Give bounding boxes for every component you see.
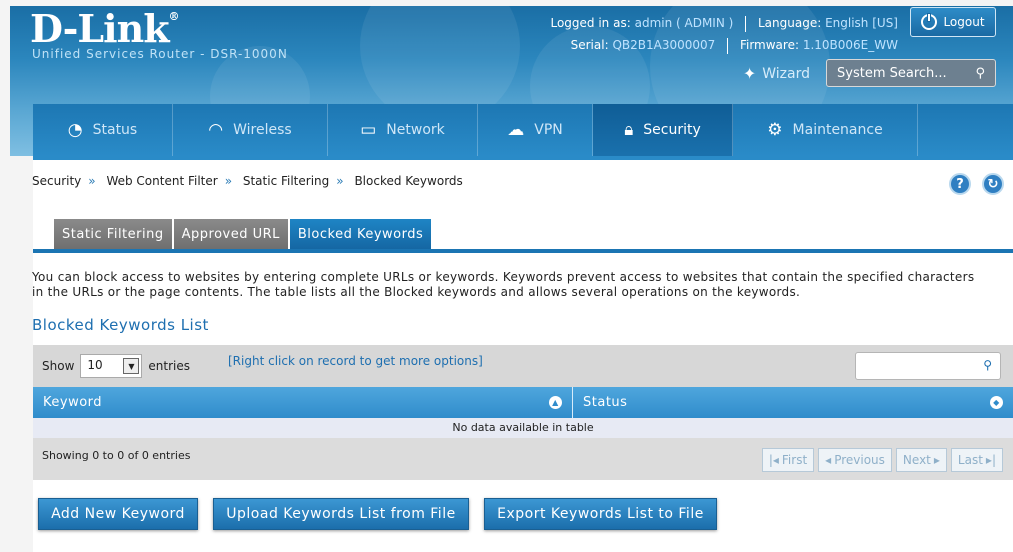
add-keyword-button[interactable]: Add New Keyword (38, 498, 198, 530)
breadcrumb-web-content-filter[interactable]: Web Content Filter (106, 174, 217, 188)
lock-icon: 🔒︎ (624, 120, 634, 140)
dashboard-icon: ◔ (67, 120, 83, 140)
first-icon: |◂ (768, 453, 779, 467)
power-icon (921, 13, 938, 30)
grid-toolbar: Show 10 ▼ entries [Right click on record… (33, 345, 1013, 387)
upload-keywords-button[interactable]: Upload Keywords List from File (213, 498, 469, 530)
refresh-icon[interactable]: ↻ (982, 173, 1004, 195)
nav-item-wireless[interactable]: ◠ Wireless (173, 104, 328, 156)
pagination: |◂ First ◂ Previous Next ▸ Last ▸| (761, 448, 1003, 472)
page-description: You can block access to websites by ente… (32, 270, 975, 299)
last-icon: ▸| (985, 453, 996, 467)
wifi-icon: ◠ (208, 120, 224, 140)
grid-footer: Showing 0 to 0 of 0 entries |◂ First ◂ Pre… (33, 438, 1013, 480)
sort-both-icon: ◆ (990, 396, 1003, 409)
empty-table-message: No data available in table (33, 418, 1013, 438)
column-keyword[interactable]: Keyword ▲ (33, 387, 573, 418)
session-info: Logged in as: admin ( ADMIN ) Language: … (550, 15, 898, 54)
nav-item-security[interactable]: 🔒︎ Security (593, 104, 733, 156)
main-nav: ◔ Status ◠ Wireless ▭ Network ☁ VPN 🔒︎ S… (33, 104, 1013, 156)
logout-button[interactable]: Logout (910, 7, 996, 37)
section-title: Blocked Keywords List (32, 316, 209, 334)
pager-first-button[interactable]: |◂ First (761, 448, 815, 472)
magic-wand-icon: ✦ (742, 64, 757, 83)
export-keywords-button[interactable]: Export Keywords List to File (484, 498, 717, 530)
chevron-down-icon: ▼ (123, 358, 140, 374)
right-click-hint: [Right click on record to get more optio… (228, 354, 483, 368)
cloud-lock-icon: ☁ (507, 120, 525, 140)
grid-search-input[interactable]: ⚲ (855, 352, 1001, 380)
breadcrumb-static-filtering[interactable]: Static Filtering (243, 174, 329, 188)
nav-item-status[interactable]: ◔ Status (33, 104, 173, 156)
tab-underline (33, 249, 1013, 253)
pager-next-button[interactable]: Next ▸ (895, 448, 947, 472)
dlink-logo: D-Link® (30, 6, 180, 51)
logged-user: admin ( ADMIN ) (634, 16, 734, 30)
breadcrumb: Security» Web Content Filter» Static Fil… (32, 174, 463, 188)
breadcrumb-blocked-keywords: Blocked Keywords (354, 174, 463, 188)
system-search-input[interactable]: System Search... ⚲ (826, 59, 996, 87)
gear-icon: ⚙ (767, 120, 783, 140)
sort-asc-icon: ▲ (549, 396, 562, 409)
pager-previous-button[interactable]: ◂ Previous (818, 448, 892, 472)
nav-item-network[interactable]: ▭ Network (328, 104, 478, 156)
wizard-link[interactable]: ✦ Wizard (743, 64, 810, 83)
search-icon: ⚲ (983, 358, 992, 372)
tab-blocked-keywords[interactable]: Blocked Keywords (289, 219, 432, 249)
breadcrumb-security[interactable]: Security (32, 174, 81, 188)
column-status[interactable]: Status ◆ (573, 387, 1013, 418)
help-icon[interactable]: ? (949, 173, 971, 195)
pager-last-button[interactable]: Last ▸| (950, 448, 1003, 472)
entries-info: Showing 0 to 0 of 0 entries (42, 449, 191, 462)
monitor-icon: ▭ (360, 120, 377, 140)
next-icon: ▸ (933, 453, 940, 467)
firmware-version: 1.10B006E_WW (802, 38, 898, 52)
nav-item-vpn[interactable]: ☁ VPN (478, 104, 593, 156)
product-subtitle: Unified Services Router - DSR-1000N (32, 47, 288, 61)
tab-static-filtering[interactable]: Static Filtering (54, 219, 172, 249)
serial-number: QB2B1A3000007 (612, 38, 716, 52)
previous-icon: ◂ (825, 453, 832, 467)
tab-bar: Static Filtering Approved URL Blocked Ke… (54, 219, 432, 249)
tab-approved-url[interactable]: Approved URL (173, 219, 288, 249)
table-header: Keyword ▲ Status ◆ (33, 387, 1013, 418)
entries-select[interactable]: 10 ▼ (80, 354, 143, 378)
search-icon: ⚲ (975, 65, 985, 81)
nav-item-maintenance[interactable]: ⚙ Maintenance (733, 104, 918, 156)
language-selector[interactable]: English [US] (825, 16, 898, 30)
